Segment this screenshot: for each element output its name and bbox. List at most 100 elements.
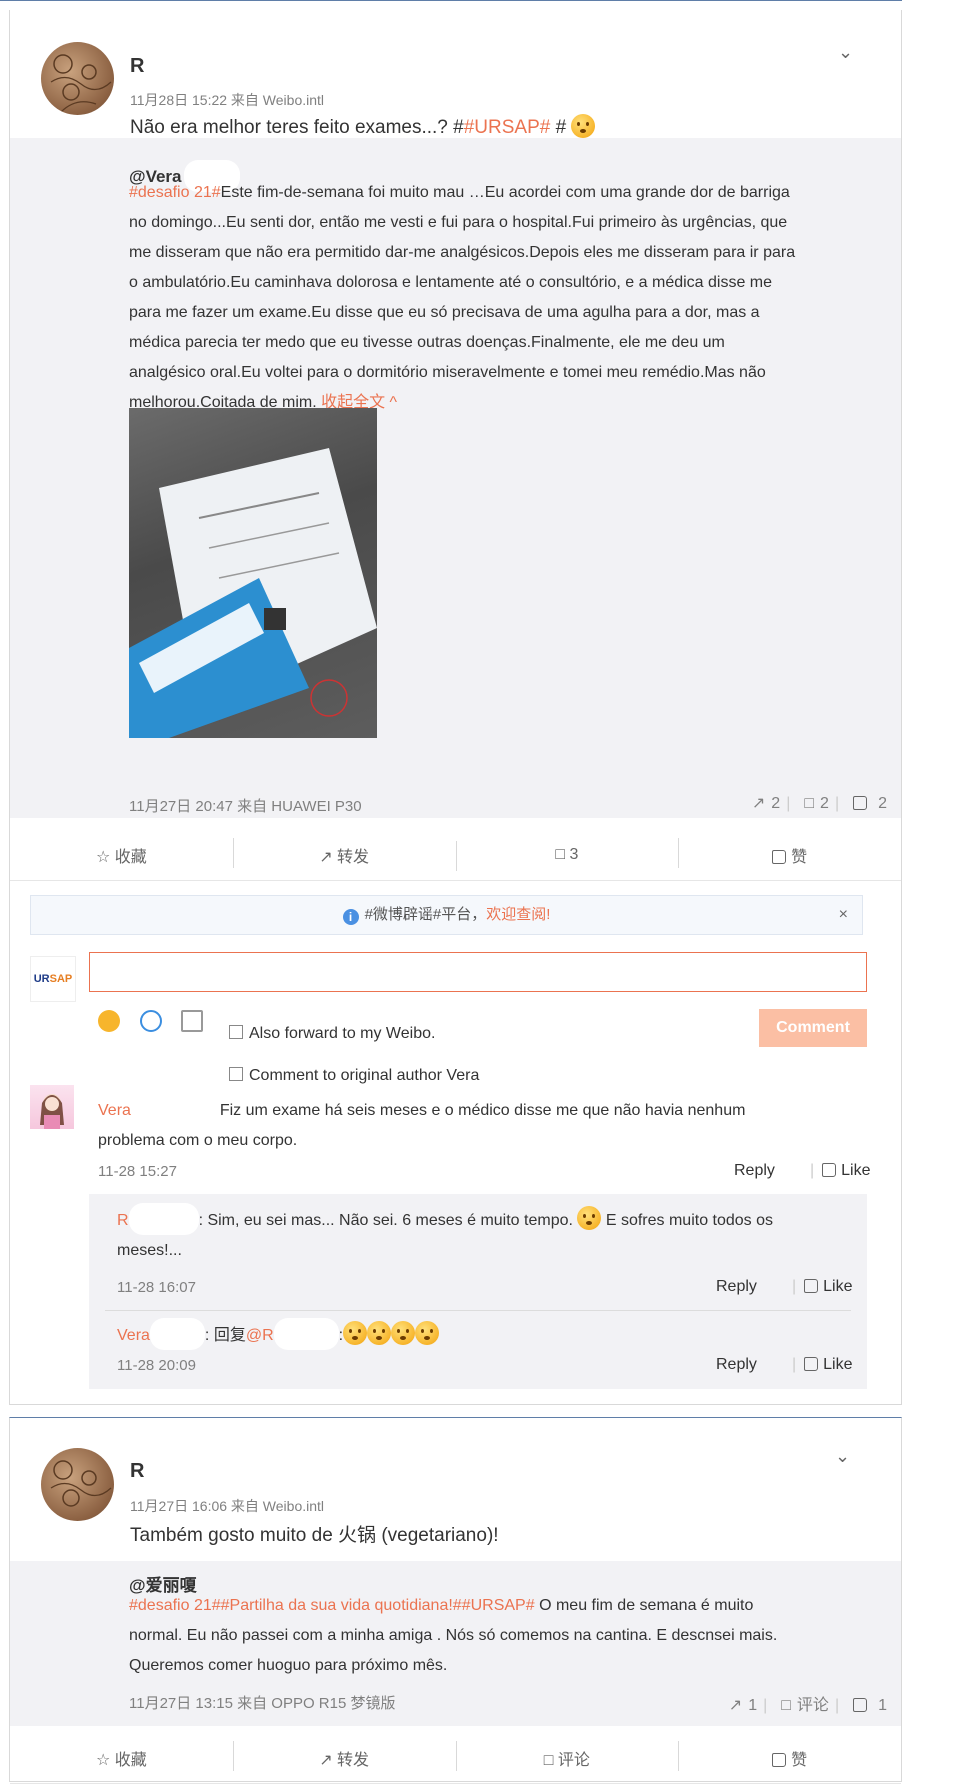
reply-like-button[interactable]: | Like (792, 1356, 853, 1374)
like-icon (772, 1753, 787, 1767)
repost-box: @爱丽嗄 #desafio 21##Partilha da sua vida q… (10, 1561, 901, 1726)
like-label: Like (823, 1278, 853, 1295)
emoji-icon (391, 1321, 416, 1345)
top-border (0, 0, 902, 1)
forward-button[interactable]: ↗ 转发 (232, 838, 456, 868)
repost-line: Queremos comer huoguo para próximo mês. (129, 1657, 448, 1674)
forward-checkbox[interactable]: Also forward to my Weibo. (229, 1025, 435, 1043)
post-text-body: Não era melhor teres feito exames...? # (130, 117, 464, 138)
repost-meta: 11月27日 13:15 来自 OPPO R15 梦镜版 (129, 1695, 396, 1712)
comment-button[interactable]: □ 评论 (455, 1741, 679, 1771)
reply-button[interactable]: Reply (716, 1356, 757, 1374)
chevron-down-icon[interactable]: ⌄ (838, 42, 853, 63)
avatar-text-accent: SAP (49, 973, 73, 985)
original-author-checkbox[interactable]: Comment to original author Vera (229, 1058, 540, 1090)
image-icon[interactable] (181, 1010, 203, 1032)
reply-author[interactable]: R (117, 1212, 129, 1229)
comment-text: Fiz um exame há seis meses e o médico di… (219, 1102, 746, 1119)
repost-forward-count[interactable]: 1 (748, 1697, 757, 1714)
like-button[interactable]: 赞 (678, 838, 901, 868)
avatar[interactable] (41, 1448, 114, 1521)
repost-like-count[interactable]: 2 (878, 795, 887, 812)
forward-icon[interactable]: ↗ (752, 795, 765, 812)
mention-link[interactable]: @R (246, 1327, 274, 1344)
divider: | (834, 1697, 840, 1714)
like-icon (804, 1279, 819, 1293)
action-bar: ☆ 收藏 ↗ 转发 □ 评论 赞 (10, 1733, 901, 1784)
like-button[interactable]: 赞 (678, 1741, 901, 1771)
repost-hashtag[interactable]: #desafio 21# (129, 184, 221, 201)
reply-text: : Sim, eu sei mas... Não sei. 6 meses é … (198, 1212, 573, 1229)
repost-hashtag[interactable]: #desafio 21##Partilha da sua vida quotid… (129, 1597, 535, 1614)
commenter-name[interactable]: Vera (98, 1102, 131, 1119)
comment-time: 11-28 15:27 (98, 1163, 177, 1180)
like-icon[interactable] (853, 796, 868, 810)
forward-button[interactable]: ↗ 转发 (232, 1741, 456, 1771)
reply-text: : 回复 (204, 1327, 246, 1344)
reply-button[interactable]: Reply (734, 1162, 775, 1180)
comment-icon: □ (555, 846, 566, 863)
repost-comment-label[interactable]: 评论 (797, 1697, 829, 1714)
post-meta: 11月28日 15:22 来自 Weibo.intl (130, 92, 325, 108)
star-icon: ☆ (95, 849, 111, 866)
chevron-down-icon[interactable]: ⌄ (835, 1446, 850, 1467)
reply-body: Vera: 回复@R: (117, 1318, 847, 1351)
star-icon: ☆ (95, 1752, 111, 1769)
emoji-picker-icon[interactable] (98, 1010, 120, 1032)
like-icon[interactable] (853, 1698, 868, 1712)
divider: | (763, 1697, 768, 1714)
repost-meta: 11月27日 20:47 来自 HUAWEI P30 (129, 798, 362, 815)
action-bar: ☆ 收藏 ↗ 转发 □ 3 赞 (10, 830, 901, 881)
reply-body: R : Sim, eu sei mas... Não sei. 6 meses é… (117, 1203, 847, 1266)
repost-comment-count[interactable]: 2 (820, 795, 829, 812)
repost-forward-count[interactable]: 2 (771, 795, 780, 812)
repost-line: o ambulatório.Eu caminhava dolorosa e le… (129, 274, 773, 291)
like-icon (822, 1163, 837, 1177)
notice-link[interactable]: 欢迎查阅! (486, 906, 550, 923)
info-icon: i (342, 909, 359, 925)
repost-image[interactable] (129, 408, 377, 738)
favorite-button[interactable]: ☆ 收藏 (10, 843, 233, 867)
close-icon[interactable]: × (839, 896, 848, 934)
repost-like-count[interactable]: 1 (878, 1697, 887, 1714)
comment-like-button[interactable]: | Like (810, 1162, 871, 1180)
comment-icon[interactable]: □ (804, 795, 814, 812)
comment-icon[interactable]: □ (781, 1697, 791, 1714)
redacted-name (130, 1093, 211, 1125)
forward-checkbox-label: Also forward to my Weibo. (249, 1025, 436, 1042)
divider: | (810, 1162, 815, 1179)
like-label: 赞 (791, 1752, 808, 1769)
comment-body: Vera Fiz um exame há seis meses e o médi… (98, 1093, 848, 1156)
redacted-name (128, 1203, 199, 1235)
floral-pattern-icon (50, 54, 112, 113)
reply-line: meses!... (117, 1242, 182, 1259)
floral-pattern-icon (50, 1460, 112, 1507)
reply-author[interactable]: Vera (117, 1327, 150, 1344)
repost-line: no domingo...Eu senti dor, então me vest… (129, 214, 788, 231)
forward-label: 转发 (337, 1752, 370, 1769)
share-icon: ↗ (319, 849, 333, 866)
comment-input[interactable] (89, 952, 867, 992)
reply-like-button[interactable]: | Like (792, 1278, 853, 1296)
post-text: Não era melhor teres feito exames...? ##… (130, 114, 596, 139)
avatar[interactable] (41, 42, 114, 115)
emoji-icon (571, 114, 596, 138)
comment-button[interactable]: □ 3 (455, 841, 679, 871)
reply-button[interactable]: Reply (716, 1278, 757, 1296)
share-icon: ↗ (319, 1752, 333, 1769)
forward-icon[interactable]: ↗ (729, 1697, 742, 1714)
checkbox-icon[interactable] (229, 1067, 243, 1081)
username[interactable]: R (130, 1460, 144, 1483)
commenter-avatar[interactable] (30, 1085, 74, 1129)
avatar-text: UR (33, 973, 50, 985)
checkbox-icon[interactable] (229, 1025, 243, 1039)
gif-icon[interactable] (140, 1010, 162, 1032)
redacted-name (479, 1058, 540, 1090)
comment-submit-button[interactable]: Comment (759, 1009, 867, 1047)
favorite-button[interactable]: ☆ 收藏 (10, 1746, 233, 1770)
emoji-icon (367, 1321, 392, 1345)
hashtag-link[interactable]: #URSAP# (464, 117, 551, 138)
post-meta: 11月27日 16:06 来自 Weibo.intl (130, 1498, 325, 1514)
username[interactable]: R (130, 55, 144, 78)
favorite-label: 收藏 (114, 849, 147, 866)
